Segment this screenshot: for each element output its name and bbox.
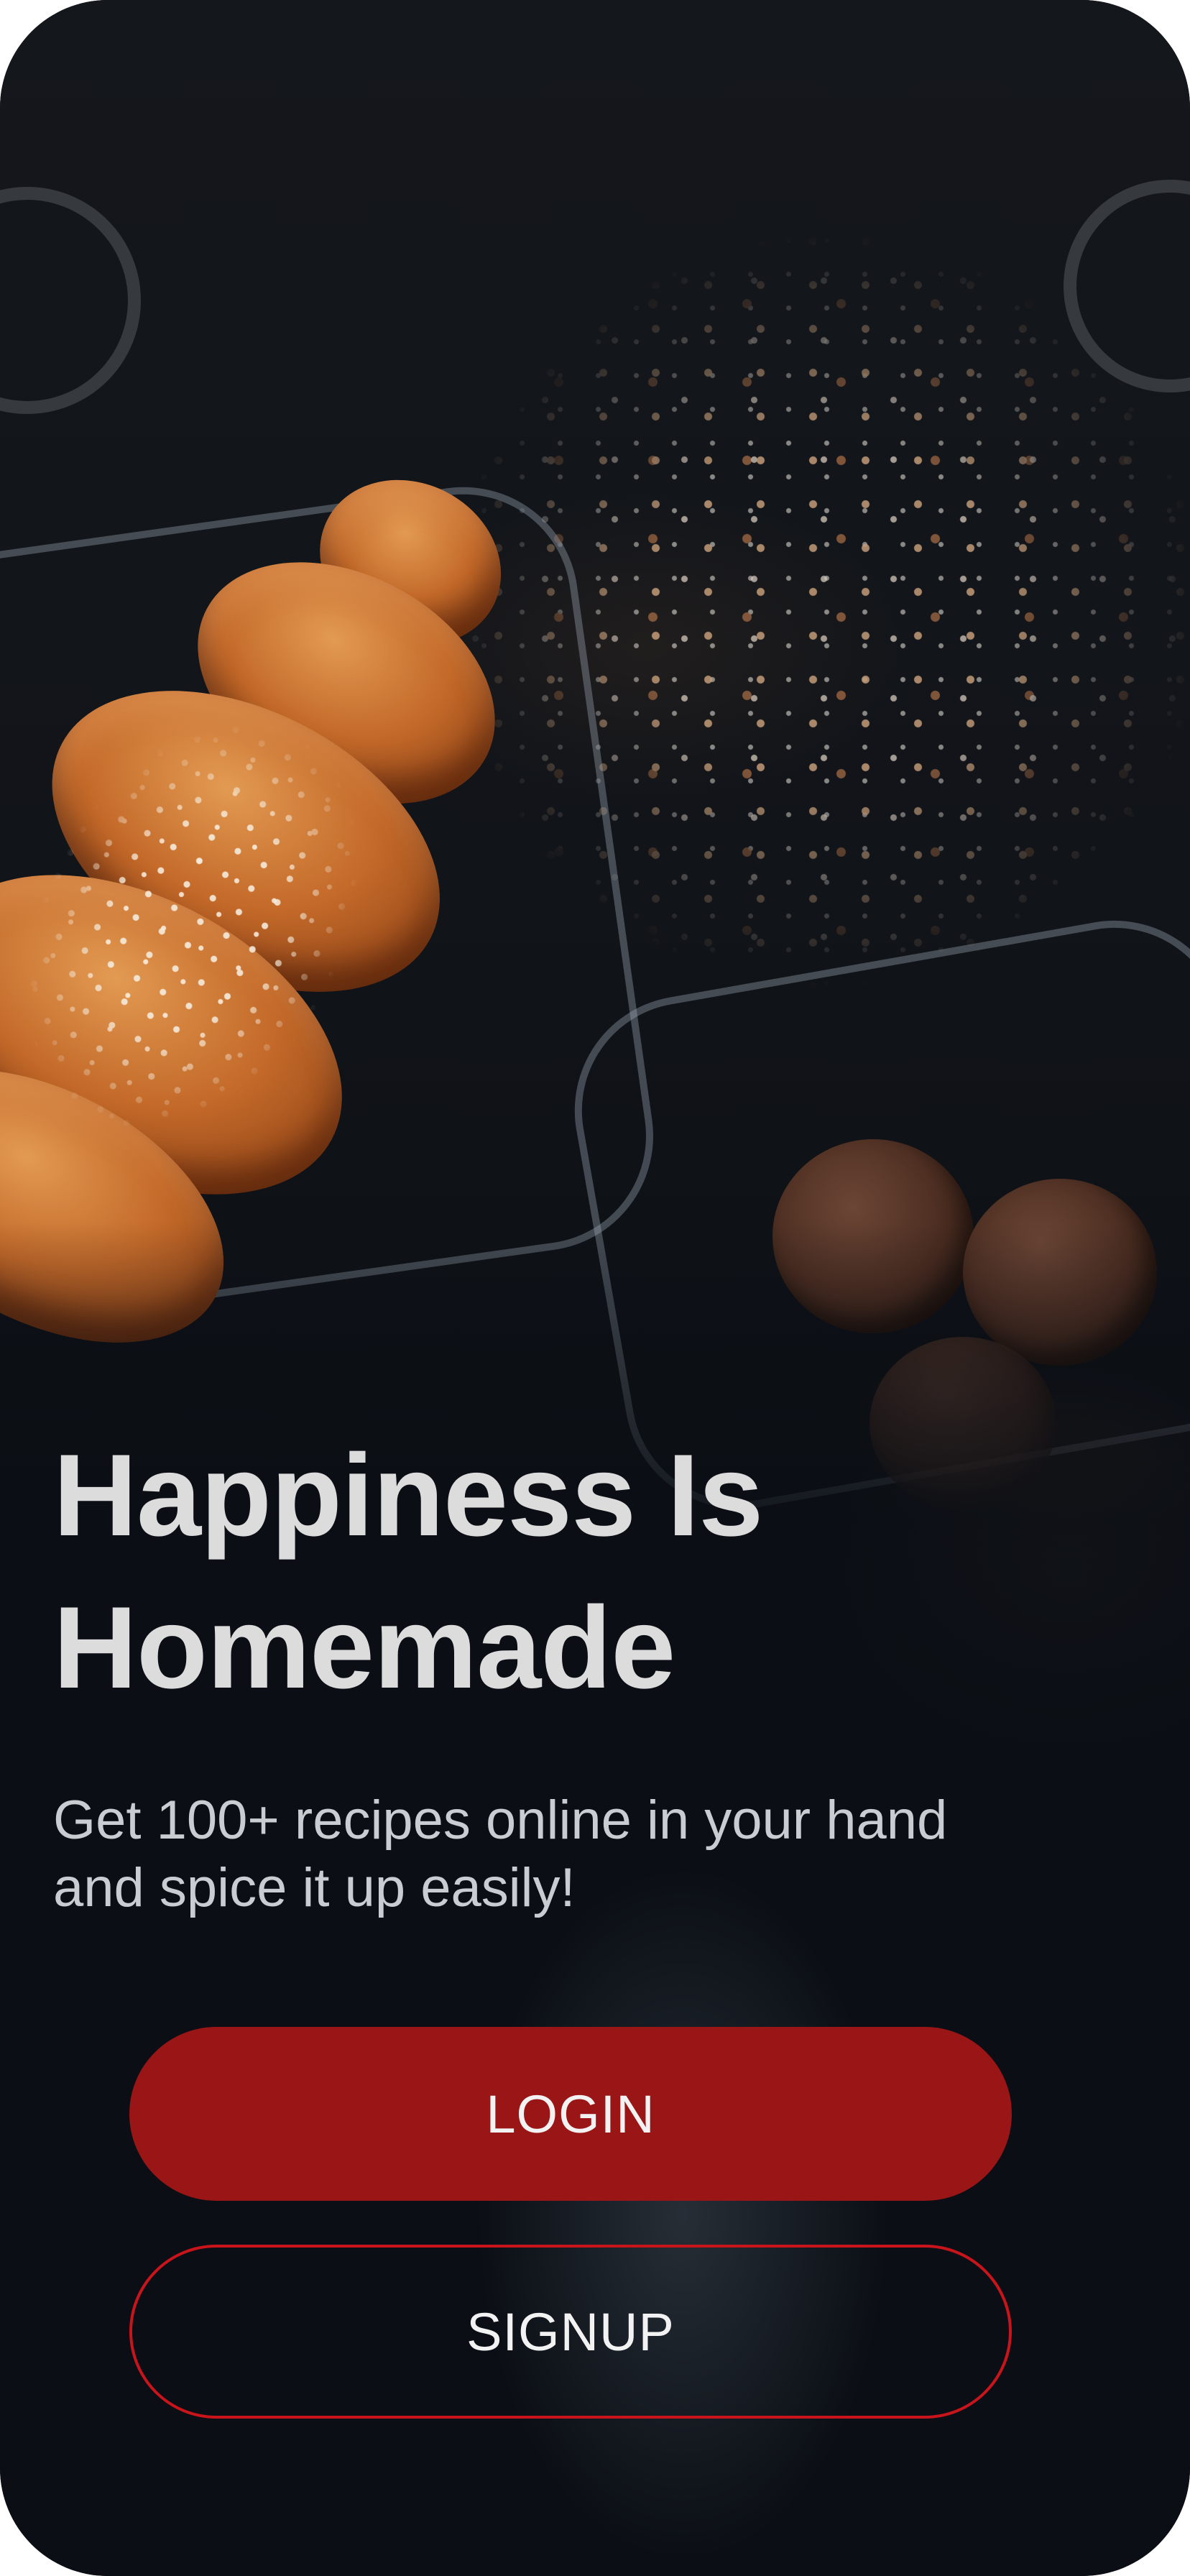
page-subtitle: Get 100+ recipes online in your hand and… (53, 1790, 948, 1918)
onboarding-screen: Happiness Is Homemade Get 100+ recipes o… (0, 0, 1190, 2576)
login-button[interactable]: LOGIN (129, 2027, 1012, 2201)
signup-button[interactable]: SIGNUP (129, 2245, 1012, 2419)
page-title: Happiness Is Homemade (53, 1430, 763, 1713)
